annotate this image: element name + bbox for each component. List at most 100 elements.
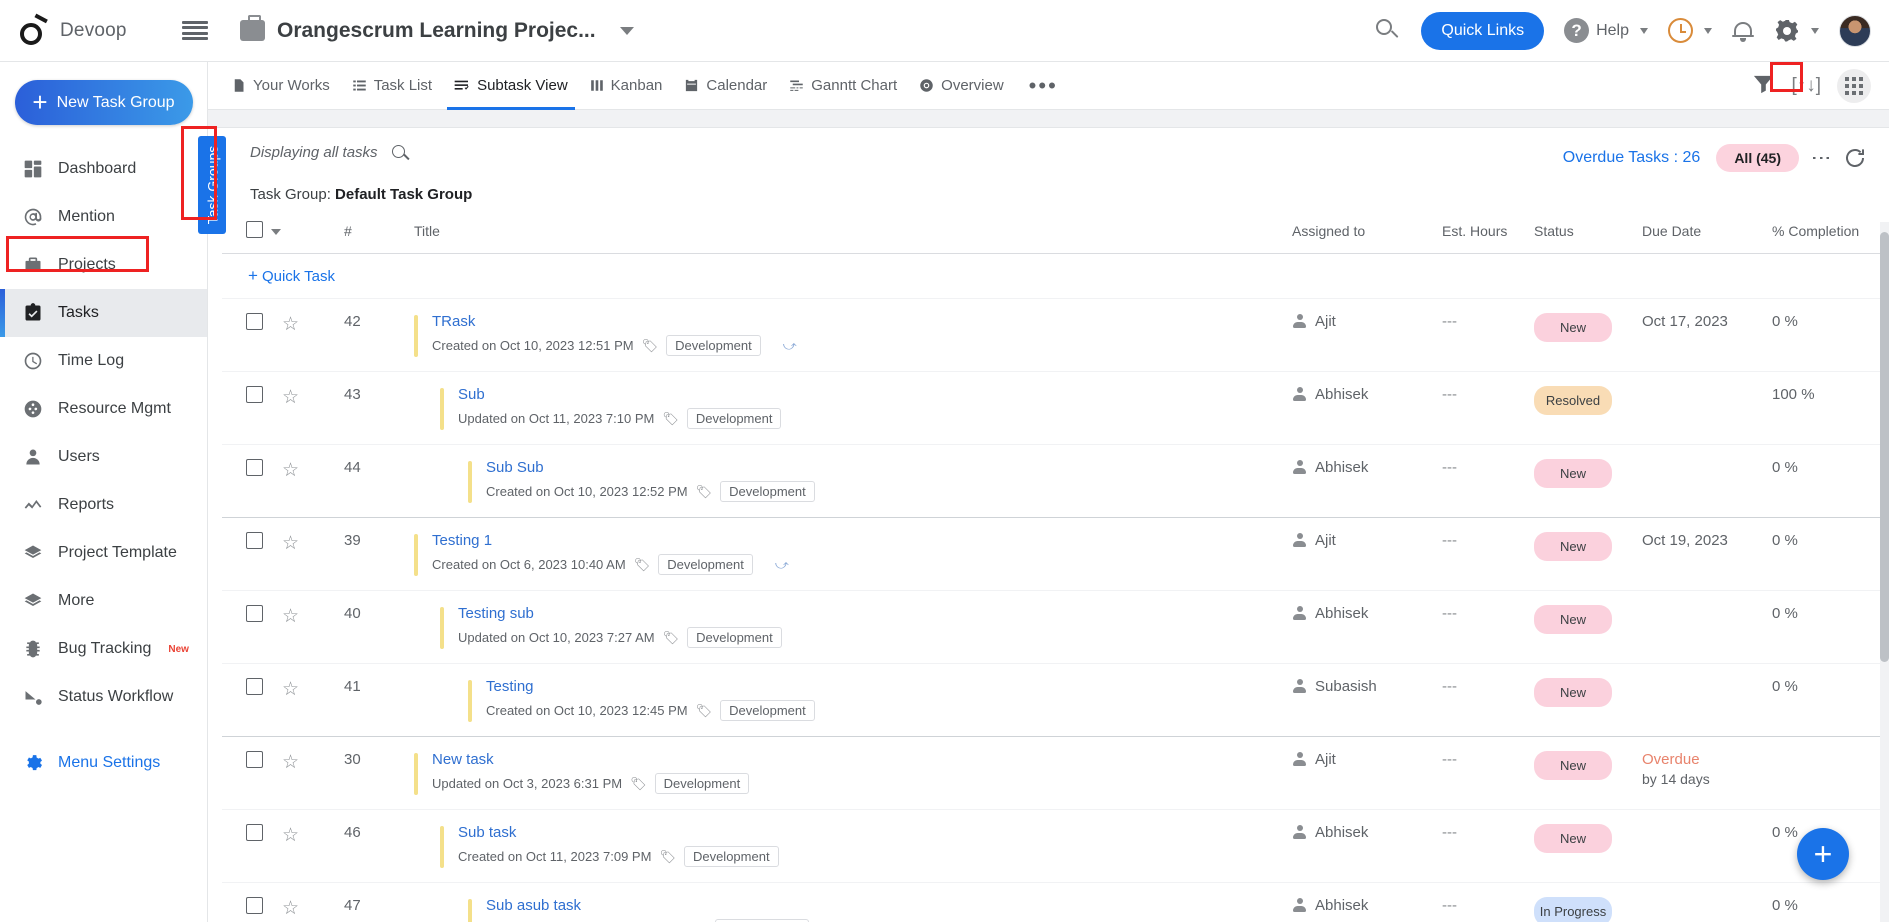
status-badge[interactable]: New [1534, 313, 1612, 342]
tab-task-list[interactable]: Task List [341, 62, 443, 110]
sidebar-item-bug-tracking[interactable]: Bug Tracking New [0, 625, 207, 673]
filter-funnel-icon[interactable] [1752, 72, 1775, 100]
sidebar-item-menu-settings[interactable]: Menu Settings [0, 739, 207, 787]
chevron-down-icon[interactable] [271, 229, 281, 235]
tab-your-works[interactable]: Your Works [220, 62, 341, 110]
sidebar-item-resource-mgmt[interactable]: Resource Mgmt [0, 385, 207, 433]
row-checkbox[interactable] [246, 459, 263, 476]
brand-logo[interactable]: Devoop [0, 13, 160, 46]
vertical-scrollbar[interactable] [1880, 232, 1889, 662]
sort-columns-icon[interactable]: [↑↓] [1791, 75, 1821, 97]
row-checkbox[interactable] [246, 605, 263, 622]
table-row[interactable]: ☆ 43 Sub Updated on Oct 11, 2023 7:10 PM 🏷 De… [222, 371, 1889, 445]
star-icon[interactable]: ☆ [282, 533, 299, 554]
tab-calendar[interactable]: Calendar [673, 62, 778, 110]
row-checkbox[interactable] [246, 751, 263, 768]
notifications-button[interactable] [1732, 19, 1754, 43]
vertical-dots-icon[interactable]: ⋮ [1810, 148, 1832, 168]
quick-task-button[interactable]: + Quick Task [222, 254, 335, 298]
row-checkbox[interactable] [246, 897, 263, 914]
table-row[interactable]: ☆ 41 Testing Created on Oct 10, 2023 12:45 … [222, 663, 1889, 737]
hamburger-icon[interactable] [182, 20, 208, 41]
status-badge[interactable]: New [1534, 678, 1612, 707]
tab-kanban[interactable]: Kanban [579, 62, 674, 110]
star-icon[interactable]: ☆ [282, 752, 299, 773]
table-row[interactable]: ☆ 47 Sub asub taskUpdated on Oct 11, 2023 … [222, 882, 1889, 922]
search-button[interactable] [1375, 18, 1401, 44]
task-groups-tab[interactable]: Task Groups [198, 136, 226, 234]
chevron-down-icon[interactable] [619, 26, 634, 35]
status-badge[interactable]: New [1534, 459, 1612, 488]
status-badge[interactable]: New [1534, 532, 1612, 561]
task-title-link[interactable]: Testing 1 [432, 532, 789, 549]
project-selector[interactable]: Orangescrum Learning Projec... [240, 15, 634, 43]
row-checkbox[interactable] [246, 824, 263, 841]
star-icon[interactable]: ☆ [282, 460, 299, 481]
table-row[interactable]: ☆ 39 Testing 1 Created on Oct 6, 2023 10:40… [222, 517, 1889, 591]
sidebar-item-time-log[interactable]: Time Log [0, 337, 207, 385]
task-tag[interactable]: Development [720, 700, 815, 721]
task-title-link[interactable]: Sub [458, 386, 781, 403]
tab-overview[interactable]: Overview [908, 62, 1015, 110]
status-badge[interactable]: New [1534, 751, 1612, 780]
status-badge[interactable]: New [1534, 605, 1612, 634]
sidebar-item-reports[interactable]: Reports [0, 481, 207, 529]
new-task-group-button[interactable]: + New Task Group [14, 80, 193, 125]
avatar[interactable] [1839, 14, 1871, 47]
sidebar-item-status-workflow[interactable]: Status Workflow [0, 673, 207, 721]
task-tag[interactable]: Development [666, 335, 761, 356]
sidebar-item-projects[interactable]: Projects [0, 241, 207, 289]
add-task-fab-icon[interactable]: + [1797, 828, 1849, 880]
sidebar-item-mention[interactable]: Mention [0, 193, 207, 241]
tab-gantt-chart[interactable]: Ganntt Chart [778, 62, 908, 110]
star-icon[interactable]: ☆ [282, 387, 299, 408]
star-icon[interactable]: ☆ [282, 606, 299, 627]
table-row[interactable]: ☆ 44 Sub Sub Created on Oct 10, 2023 12:52 … [222, 444, 1889, 518]
status-badge[interactable]: New [1534, 824, 1612, 853]
sidebar-item-project-template[interactable]: Project Template [0, 529, 207, 577]
refresh-icon[interactable] [1843, 146, 1867, 170]
help-menu[interactable]: ? Help [1564, 18, 1648, 43]
table-row[interactable]: ☆ 42 TRask Created on Oct 10, 2023 12:51 PM… [222, 298, 1889, 372]
row-checkbox[interactable] [246, 678, 263, 695]
task-title-link[interactable]: TRask [432, 313, 797, 330]
select-all-checkbox[interactable] [246, 221, 263, 238]
sidebar-item-users[interactable]: Users [0, 433, 207, 481]
task-tag[interactable]: Development [683, 846, 779, 867]
tab-subtask-view[interactable]: Subtask View [443, 62, 579, 110]
task-title-link[interactable]: Testing [486, 678, 815, 695]
star-icon[interactable]: ☆ [282, 314, 299, 335]
table-row[interactable]: ☆ 46 Sub task Created on Oct 11, 2023 7:09 … [222, 809, 1889, 883]
task-tag[interactable]: Development [686, 408, 782, 429]
task-title-link[interactable]: Sub asub task [486, 897, 809, 914]
table-row[interactable]: ☆ 30 New task Updated on Oct 3, 2023 6:31 P… [222, 736, 1889, 810]
task-tag[interactable]: Development [687, 627, 782, 648]
star-icon[interactable]: ☆ [282, 898, 299, 919]
search-icon[interactable] [391, 145, 411, 164]
task-tag[interactable]: Development [720, 481, 815, 502]
sidebar-item-more[interactable]: More [0, 577, 207, 625]
more-tabs-button[interactable]: ••• [1015, 74, 1072, 97]
task-tag[interactable]: Development [658, 554, 753, 575]
status-badge[interactable]: Resolved [1534, 386, 1612, 415]
task-title-link[interactable]: Testing sub [458, 605, 782, 622]
apps-grid-icon[interactable] [1837, 68, 1871, 103]
row-checkbox[interactable] [246, 532, 263, 549]
all-tasks-pill[interactable]: All (45) [1716, 144, 1799, 172]
task-tag[interactable]: Development [654, 773, 750, 794]
sidebar-item-tasks[interactable]: Tasks [0, 289, 207, 337]
quick-links-button[interactable]: Quick Links [1421, 11, 1545, 50]
sidebar-item-dashboard[interactable]: Dashboard [0, 145, 207, 193]
task-title-link[interactable]: Sub task [458, 824, 779, 841]
task-title-link[interactable]: Sub Sub [486, 459, 815, 476]
star-icon[interactable]: ☆ [282, 825, 299, 846]
row-checkbox[interactable] [246, 313, 263, 330]
overdue-tasks-link[interactable]: Overdue Tasks : 26 [1563, 149, 1701, 167]
timer-menu[interactable] [1668, 18, 1712, 43]
row-checkbox[interactable] [246, 386, 263, 403]
status-badge[interactable]: In Progress [1534, 897, 1612, 922]
table-row[interactable]: ☆ 40 Testing sub Updated on Oct 10, 2023 7:… [222, 590, 1889, 664]
settings-menu[interactable] [1774, 18, 1819, 44]
star-icon[interactable]: ☆ [282, 679, 299, 700]
task-title-link[interactable]: New task [432, 751, 749, 768]
